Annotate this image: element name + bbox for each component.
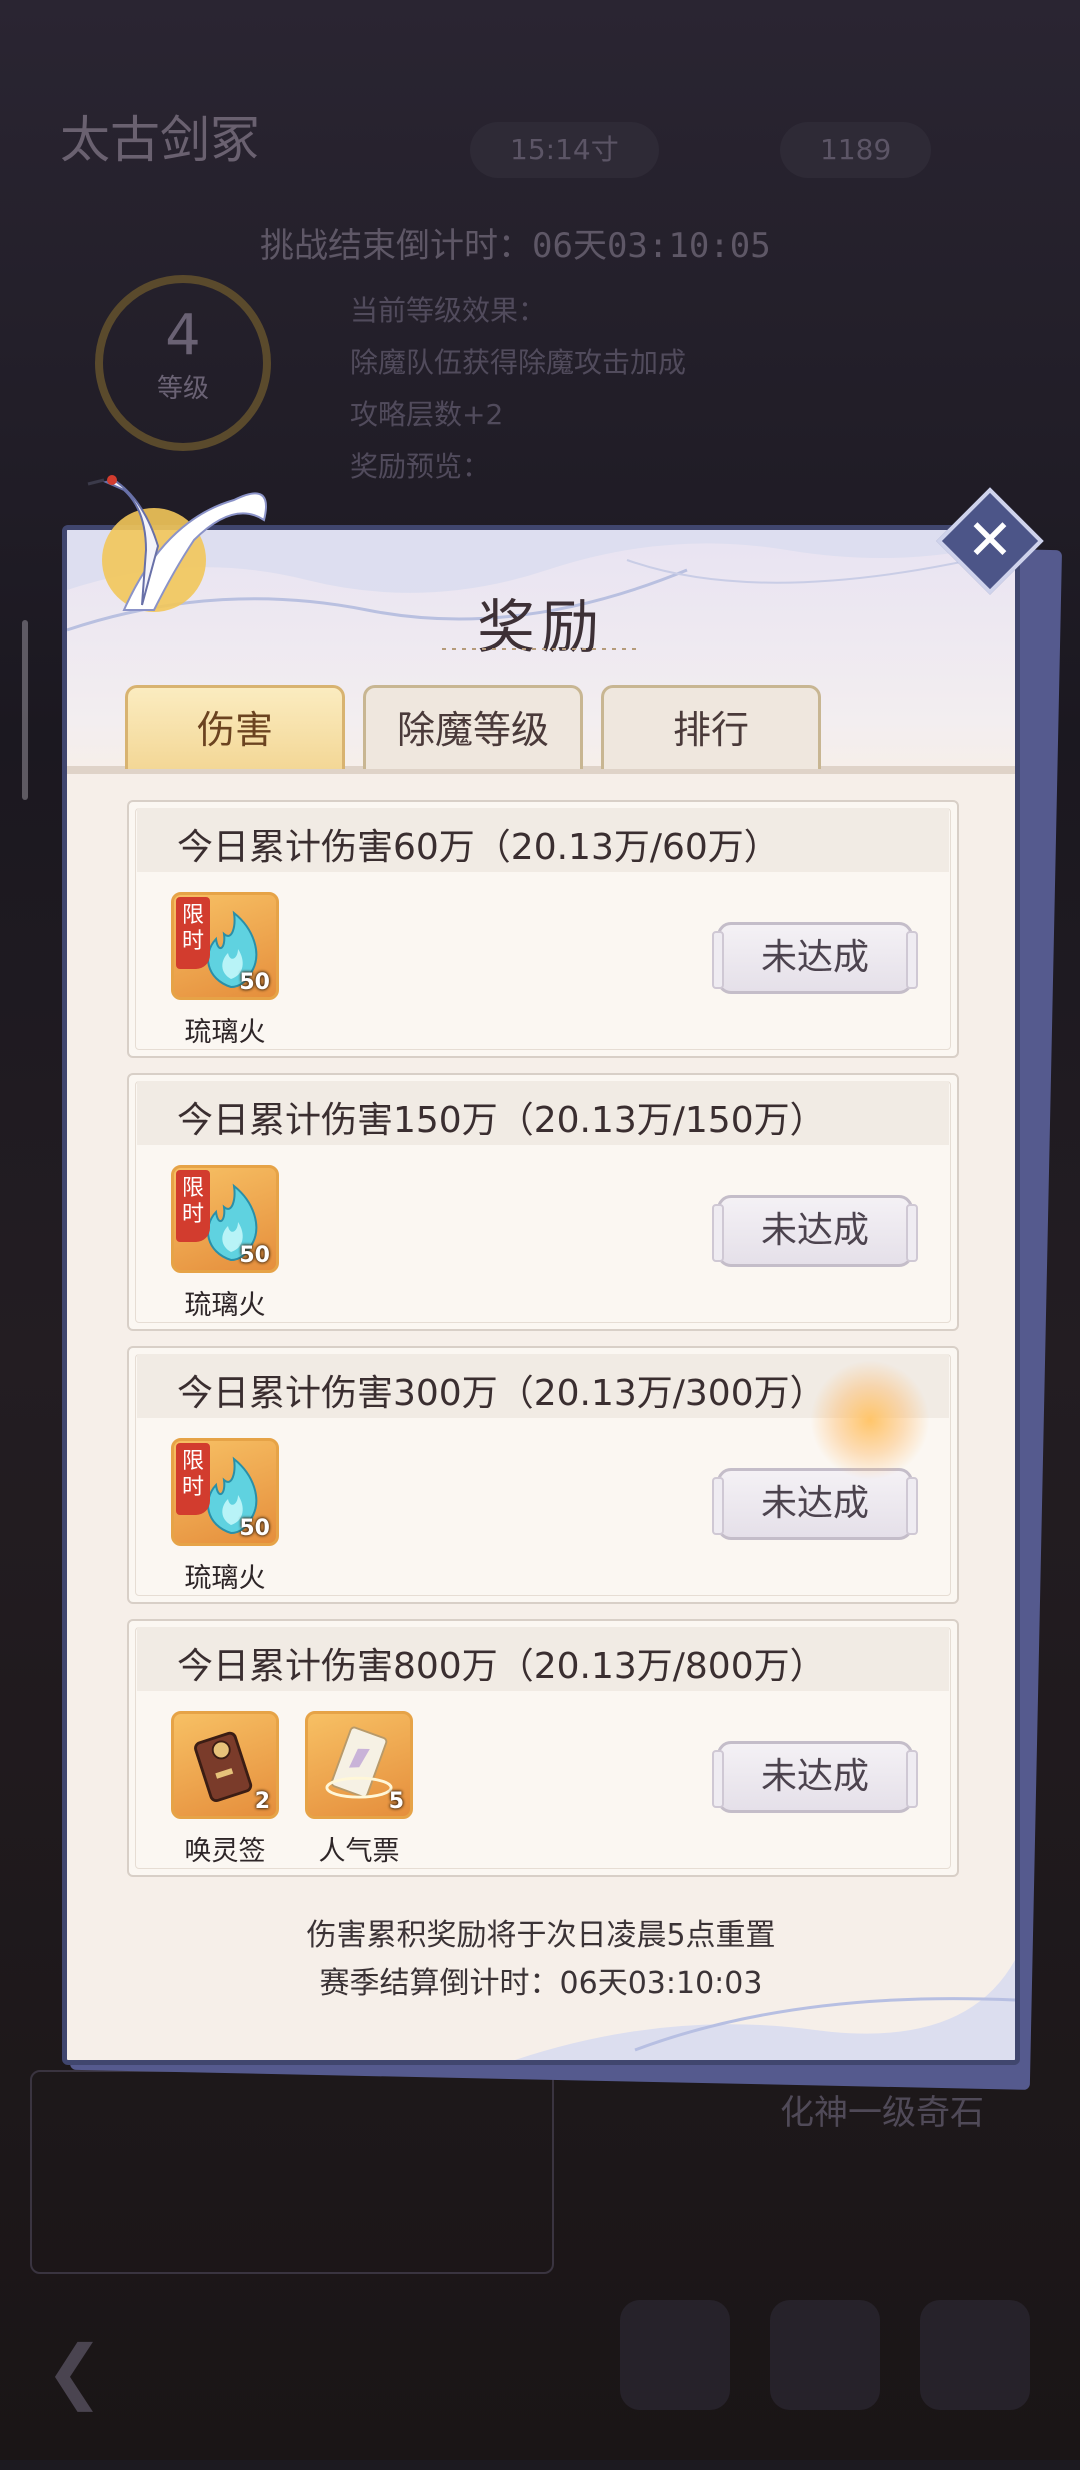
item-icon-frame: 限时 50: [171, 1438, 279, 1546]
background-line: 攻略层数+2: [350, 398, 504, 431]
background-line: 除魔队伍获得除魔攻击加成: [350, 346, 687, 379]
background-line: 当前等级效果：: [350, 294, 547, 327]
limited-time-badge: 限时: [176, 1170, 210, 1242]
season-countdown: 赛季结算倒计时：06天03:10:03: [319, 1966, 763, 2001]
background-header: 太古剑冢 15:14寸 1189: [0, 100, 1080, 190]
tab-ranking[interactable]: 排行: [601, 685, 821, 769]
limited-time-badge: 限时: [176, 897, 210, 969]
reward-tabs: 伤害 除魔等级 排行: [125, 685, 825, 770]
reward-card: 今日累计伤害60万（20.13万/60万） 限时 50 琉璃火 未达成: [127, 800, 959, 1058]
reward-condition: 今日累计伤害150万（20.13万/150万）: [177, 1100, 826, 1141]
close-icon[interactable]: ✕: [952, 503, 1028, 579]
background-nav-icon: [770, 2300, 880, 2410]
item-quantity: 50: [239, 1243, 270, 1268]
reward-item[interactable]: 限时 50 琉璃火: [171, 1438, 279, 1595]
reward-item[interactable]: 限时 50 琉璃火: [171, 1165, 279, 1322]
background-title: 太古剑冢: [60, 111, 260, 169]
status-not-achieved-button[interactable]: 未达成: [712, 1195, 918, 1267]
item-quantity: 2: [254, 1789, 270, 1814]
status-not-achieved-button[interactable]: 未达成: [712, 1741, 918, 1813]
item-icon-frame: 限时 50: [171, 1165, 279, 1273]
reward-item[interactable]: 5 人气票: [305, 1711, 413, 1868]
card-header: 今日累计伤害800万（20.13万/800万）: [137, 1627, 949, 1691]
reward-modal: 奖励 伤害 除魔等级 排行 今日累计伤害60万（20.13万/60万） 限时 5…: [62, 525, 1020, 2065]
background-nav-icon: [620, 2300, 730, 2410]
reward-item[interactable]: 限时 50 琉璃火: [171, 892, 279, 1049]
background-line: 奖励预览：: [350, 450, 491, 483]
card-header: 今日累计伤害150万（20.13万/150万）: [137, 1081, 949, 1145]
title-ornament: [442, 648, 642, 650]
item-quantity: 50: [239, 970, 270, 995]
item-quantity: 50: [239, 1516, 270, 1541]
reward-condition: 今日累计伤害60万（20.13万/60万）: [177, 827, 780, 868]
reward-condition: 今日累计伤害800万（20.13万/800万）: [177, 1646, 826, 1687]
background-nav-icon: [920, 2300, 1030, 2410]
reward-item[interactable]: 2 唤灵签: [171, 1711, 279, 1868]
item-icon-frame: 5: [305, 1711, 413, 1819]
tab-damage[interactable]: 伤害: [125, 685, 345, 769]
status-not-achieved-button[interactable]: 未达成: [712, 1468, 918, 1540]
background-level-number: 4: [165, 303, 201, 368]
item-name: 琉璃火: [184, 1290, 266, 1321]
background-side-text: 化神一级奇石: [780, 2093, 984, 2133]
sparkle-glow: [810, 1360, 930, 1480]
background-effect-text: 当前等级效果： 除魔队伍获得除魔攻击加成 攻略层数+2 奖励预览：: [350, 285, 686, 493]
item-name: 人气票: [318, 1836, 400, 1867]
reward-condition: 今日累计伤害300万（20.13万/300万）: [177, 1373, 826, 1414]
background-level-label: 等级: [156, 374, 209, 404]
item-name: 琉璃火: [184, 1563, 266, 1594]
background-info-box: [30, 2070, 554, 2274]
reset-notice: 伤害累积奖励将于次日凌晨5点重置: [306, 1918, 776, 1953]
reward-card: 今日累计伤害800万（20.13万/800万） 2 唤灵签 5 人气票 未达成: [127, 1619, 959, 1877]
background-resource-pill: 15:14寸: [470, 122, 659, 178]
item-name: 唤灵签: [184, 1836, 266, 1867]
reward-card: 今日累计伤害150万（20.13万/150万） 限时 50 琉璃火 未达成: [127, 1073, 959, 1331]
back-arrow-icon: ❮: [45, 2330, 104, 2412]
card-header: 今日累计伤害60万（20.13万/60万）: [137, 808, 949, 872]
limited-time-badge: 限时: [176, 1443, 210, 1515]
scroll-indicator: [22, 620, 28, 800]
crane-decoration: [87, 475, 267, 612]
status-not-achieved-button[interactable]: 未达成: [712, 922, 918, 994]
background-countdown: 挑战结束倒计时：06天03:10:05: [260, 226, 771, 266]
background-level-badge: 4 等级: [95, 275, 271, 451]
item-quantity: 5: [388, 1789, 404, 1814]
item-icon-frame: 限时 50: [171, 892, 279, 1000]
tab-exorcism-level[interactable]: 除魔等级: [363, 685, 583, 769]
item-name: 琉璃火: [184, 1017, 266, 1048]
item-icon-frame: 2: [171, 1711, 279, 1819]
background-currency-pill: 1189: [780, 122, 932, 178]
